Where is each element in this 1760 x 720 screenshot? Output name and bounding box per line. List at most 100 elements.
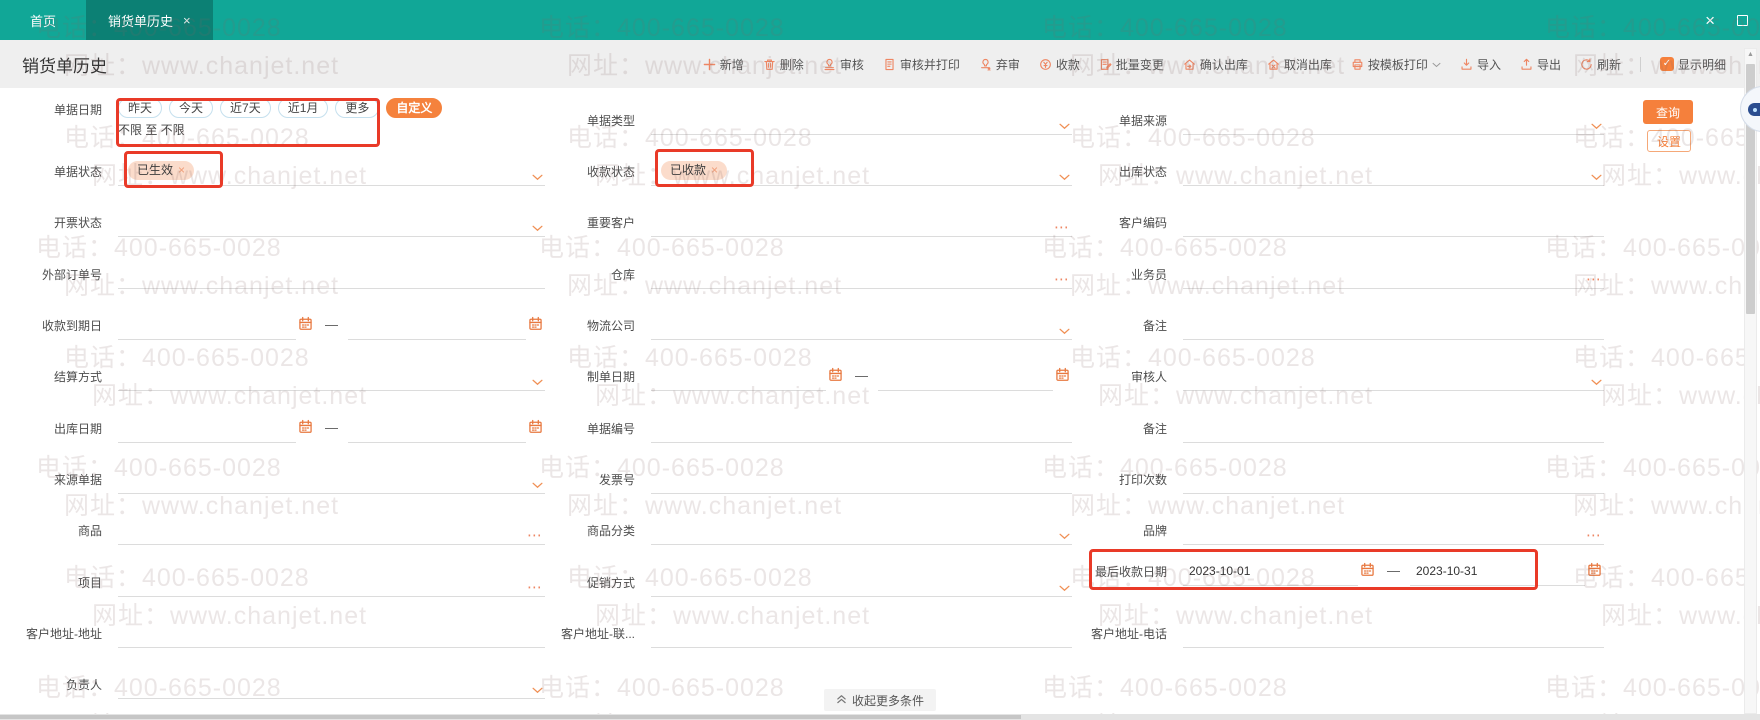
select-chevron-icon[interactable] xyxy=(1059,328,1070,335)
select-chevron-icon[interactable] xyxy=(1059,585,1070,592)
ellipsis-picker-icon[interactable]: ⋯ xyxy=(1054,272,1070,287)
calendar-icon[interactable] xyxy=(298,419,313,434)
maximize-window-icon[interactable] xyxy=(1737,15,1748,26)
warehouse-field[interactable]: ⋯ xyxy=(651,257,1072,291)
ellipsis-picker-icon[interactable]: ⋯ xyxy=(527,580,543,595)
calendar-icon[interactable] xyxy=(1587,562,1602,577)
audit-print-button[interactable]: 审核并打印 xyxy=(883,56,960,73)
tag-close-icon[interactable]: × xyxy=(711,163,718,177)
outbound-date-from-input[interactable] xyxy=(118,411,296,445)
ellipsis-picker-icon[interactable]: ⋯ xyxy=(1054,220,1070,235)
doc-type-field[interactable] xyxy=(651,103,1072,137)
collapse-more-conditions-button[interactable]: 收起更多条件 xyxy=(824,689,936,711)
salesperson-field[interactable]: ⋯ xyxy=(1183,257,1604,291)
customer-address-phone-field[interactable] xyxy=(1183,616,1604,650)
doc-create-date-from-input[interactable] xyxy=(651,359,826,393)
select-chevron-icon[interactable] xyxy=(532,174,543,181)
customer-address-contact-field[interactable] xyxy=(651,616,1072,650)
template-print-button[interactable]: 按模板打印 xyxy=(1351,56,1441,73)
customer-code-field[interactable] xyxy=(1183,205,1604,239)
promotion-method-field[interactable] xyxy=(651,565,1072,599)
date-pill[interactable]: 今天 xyxy=(169,98,213,118)
select-chevron-icon[interactable] xyxy=(532,379,543,386)
select-chevron-icon[interactable] xyxy=(1059,174,1070,181)
date-pill-selected[interactable]: 自定义 xyxy=(386,98,442,118)
show-detail-checkbox[interactable]: ✓显示明细 xyxy=(1660,56,1726,73)
abandon-audit-button[interactable]: 弃审 xyxy=(979,56,1020,73)
external-order-no-field[interactable] xyxy=(118,257,545,291)
refresh-button[interactable]: 刷新 xyxy=(1580,56,1621,73)
date-pill[interactable]: 近7天 xyxy=(220,98,271,118)
logistics-company-field[interactable] xyxy=(651,308,1072,342)
delete-button[interactable]: 删除 xyxy=(763,56,804,73)
payment-status-tag[interactable]: 已收款× xyxy=(661,161,727,180)
auditor-field[interactable] xyxy=(1183,359,1604,393)
scrollbar-up-arrow-icon[interactable]: ▲ xyxy=(1745,51,1756,58)
confirm-outbound-button[interactable]: 确认出库 xyxy=(1183,56,1248,73)
cancel-outbound-button[interactable]: 取消出库 xyxy=(1267,56,1332,73)
horizontal-scrollbar[interactable] xyxy=(0,714,1760,720)
doc-create-date-to-input[interactable] xyxy=(878,359,1053,393)
source-doc-field[interactable] xyxy=(118,462,545,496)
important-customer-field[interactable]: ⋯ xyxy=(651,205,1072,239)
select-chevron-icon[interactable] xyxy=(1591,174,1602,181)
remark-1-field[interactable] xyxy=(1183,308,1604,342)
remark-2-field[interactable] xyxy=(1183,411,1604,445)
ellipsis-picker-icon[interactable]: ⋯ xyxy=(527,528,543,543)
customer-address-address-field[interactable] xyxy=(118,616,545,650)
ellipsis-picker-icon[interactable]: ⋯ xyxy=(1586,272,1602,287)
product-field[interactable]: ⋯ xyxy=(118,513,545,547)
date-pill[interactable]: 更多 xyxy=(335,98,379,118)
outbound-status-field[interactable] xyxy=(1183,154,1604,188)
tab-sales-history[interactable]: 销货单历史 × xyxy=(86,0,213,40)
last-payment-date-field[interactable]: 2023-10-01—2023-10-31 xyxy=(1183,554,1604,588)
import-button[interactable]: 导入 xyxy=(1460,56,1501,73)
payment-due-date-from-input[interactable] xyxy=(118,308,296,342)
person-in-charge-field[interactable] xyxy=(118,667,545,701)
doc-source-field[interactable] xyxy=(1183,103,1604,137)
outbound-date-field[interactable]: — xyxy=(118,411,545,445)
select-chevron-icon[interactable] xyxy=(532,482,543,489)
tag-close-icon[interactable]: × xyxy=(178,163,185,177)
doc-create-date-field[interactable]: — xyxy=(651,359,1072,393)
calendar-icon[interactable] xyxy=(528,419,543,434)
date-pill[interactable]: 近1月 xyxy=(278,98,329,118)
payment-due-date-to-input[interactable] xyxy=(348,308,526,342)
settlement-method-field[interactable] xyxy=(118,359,545,393)
calendar-icon[interactable] xyxy=(1055,367,1070,382)
select-chevron-icon[interactable] xyxy=(532,225,543,232)
project-field[interactable]: ⋯ xyxy=(118,565,545,599)
export-button[interactable]: 导出 xyxy=(1520,56,1561,73)
payment-due-date-field[interactable]: — xyxy=(118,308,545,342)
tab-home[interactable]: 首页 xyxy=(0,0,86,40)
add-button[interactable]: 新增 xyxy=(703,56,744,73)
horizontal-scrollbar-thumb[interactable] xyxy=(0,715,1021,719)
invoice-no-field[interactable] xyxy=(651,462,1072,496)
doc-status-tag[interactable]: 已生效× xyxy=(128,161,194,180)
select-chevron-icon[interactable] xyxy=(532,687,543,694)
last-payment-date-from-input[interactable]: 2023-10-01 xyxy=(1183,554,1358,588)
product-category-field[interactable] xyxy=(651,513,1072,547)
calendar-icon[interactable] xyxy=(298,316,313,331)
print-count-field[interactable] xyxy=(1183,462,1604,496)
invoice-status-field[interactable] xyxy=(118,205,545,239)
receive-payment-button[interactable]: 收款 xyxy=(1039,56,1080,73)
date-pill[interactable]: 昨天 xyxy=(118,98,162,118)
calendar-icon[interactable] xyxy=(528,316,543,331)
doc-status-field[interactable]: 已生效× xyxy=(118,154,545,188)
tab-close-icon[interactable]: × xyxy=(183,13,191,28)
ellipsis-picker-icon[interactable]: ⋯ xyxy=(1586,528,1602,543)
chevron-down-icon[interactable] xyxy=(1432,57,1441,71)
brand-field[interactable]: ⋯ xyxy=(1183,513,1604,547)
query-button[interactable]: 查询 xyxy=(1643,100,1693,124)
calendar-icon[interactable] xyxy=(828,367,843,382)
select-chevron-icon[interactable] xyxy=(1591,123,1602,130)
outbound-date-to-input[interactable] xyxy=(348,411,526,445)
doc-no-field[interactable] xyxy=(651,411,1072,445)
close-window-icon[interactable]: × xyxy=(1705,12,1715,29)
batch-change-button[interactable]: 批量变更 xyxy=(1099,56,1164,73)
payment-status-field[interactable]: 已收款× xyxy=(651,154,1072,188)
select-chevron-icon[interactable] xyxy=(1059,123,1070,130)
calendar-icon[interactable] xyxy=(1360,562,1375,577)
select-chevron-icon[interactable] xyxy=(1059,533,1070,540)
